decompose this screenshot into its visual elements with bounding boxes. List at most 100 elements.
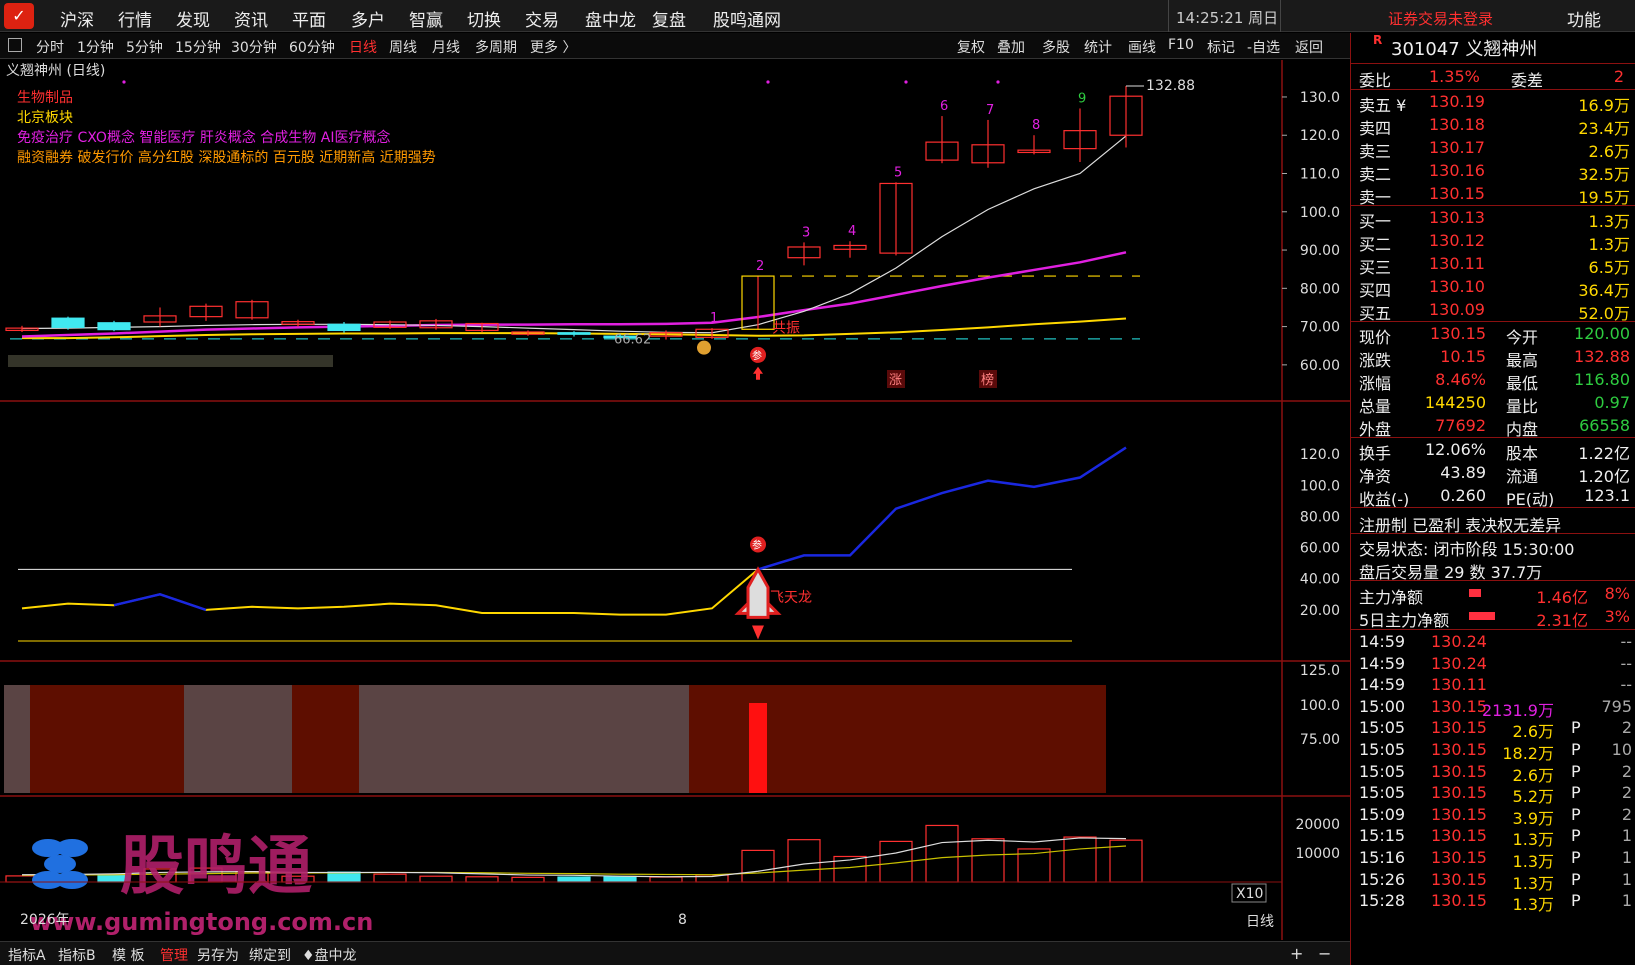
- tick-price: 130.15: [1431, 696, 1487, 716]
- tick-count: --: [1620, 675, 1632, 695]
- rocket-flame-icon: [752, 625, 764, 640]
- tick-count: --: [1620, 632, 1632, 651]
- menu-item[interactable]: 发现: [176, 6, 210, 31]
- period-tab[interactable]: 周线: [389, 37, 417, 57]
- period-tab[interactable]: 分时: [36, 37, 64, 57]
- concept-tag-row[interactable]: 生物制品: [17, 87, 73, 107]
- volume-bar: [511, 876, 545, 883]
- menu-item[interactable]: 多户: [351, 6, 385, 31]
- quote-row: 盘后交易量 29 数 37.7万: [1351, 557, 1635, 582]
- period-tab[interactable]: 1分钟: [77, 37, 114, 57]
- volume-scale-factor: X10: [1236, 886, 1263, 902]
- y-tick-label: 120.0: [1300, 128, 1340, 144]
- period-tab[interactable]: 15分钟: [175, 37, 221, 57]
- menu-item[interactable]: 平面: [292, 6, 326, 31]
- bottom-tab[interactable]: 另存为: [197, 945, 239, 965]
- count-label: 4: [848, 224, 856, 239]
- tick-count: 1: [1621, 848, 1632, 867]
- toolbar-button[interactable]: 返回: [1295, 37, 1323, 57]
- bottom-tab[interactable]: 指标B: [58, 945, 96, 965]
- tick-flag: P: [1571, 783, 1581, 803]
- ask-price: 130.15: [1429, 184, 1485, 203]
- period-tab[interactable]: 5分钟: [126, 37, 163, 57]
- period-tab[interactable]: 更多 〉: [530, 37, 576, 57]
- bottom-tab[interactable]: 指标A: [8, 945, 46, 965]
- concept-tag-row[interactable]: 免疫治疗 CXO概念 智能医疗 肝炎概念 合成生物 AI医疗概念: [17, 127, 390, 147]
- period-tab[interactable]: 日线: [349, 37, 377, 57]
- tick-time: 15:05: [1359, 761, 1406, 781]
- toolbar-button[interactable]: 统计: [1084, 37, 1112, 57]
- period-tab[interactable]: 月线: [432, 37, 460, 57]
- tick-flag: P: [1571, 869, 1581, 889]
- period-tab[interactable]: 30分钟: [231, 37, 277, 57]
- function-menu[interactable]: 功能: [1567, 6, 1601, 31]
- divider: [1351, 580, 1635, 581]
- kline-chart-area[interactable]: 130.0 120.0 110.0 100.0 90.00 80.00 70.00 60.00…: [0, 60, 1350, 940]
- app-logo-icon[interactable]: ✓: [4, 3, 34, 29]
- zoom-out-button[interactable]: −: [1318, 944, 1331, 963]
- divider: [1280, 0, 1281, 32]
- stock-title[interactable]: 301047 义翘神州: [1391, 35, 1537, 61]
- shadow-band: [292, 685, 359, 793]
- tick-time: 15:09: [1359, 804, 1406, 824]
- panel-toggle-icon[interactable]: [8, 38, 22, 52]
- menu-item[interactable]: 行情: [118, 6, 152, 31]
- toolbar-button[interactable]: 复权: [957, 37, 985, 57]
- tick-time: 15:05: [1359, 740, 1406, 759]
- tick-count: 2: [1621, 804, 1632, 824]
- volume-bar: [465, 876, 499, 883]
- y-tick-label: 130.0: [1300, 90, 1340, 106]
- stat-value: 0.97: [1594, 393, 1630, 412]
- count-label: 9: [1078, 91, 1086, 106]
- menu-item[interactable]: 智赢: [409, 6, 443, 31]
- volume-bar: [603, 875, 637, 883]
- toolbar-button[interactable]: 叠加: [997, 37, 1025, 57]
- toolbar-button[interactable]: 多股: [1042, 37, 1070, 57]
- concept-tag-row[interactable]: 融资融券 破发行价 高分红股 深股通标的 百元股 近期新高 近期强势: [17, 147, 436, 167]
- ranking-label: 榜: [981, 372, 994, 388]
- count-label: 7: [986, 103, 994, 118]
- quote-row: 卖五 ¥130.19 16.9万: [1351, 90, 1635, 115]
- login-status[interactable]: 证券交易未登录: [1388, 8, 1493, 29]
- menu-item[interactable]: 切换: [467, 6, 501, 31]
- watermark-logo-icon: [44, 855, 76, 873]
- watermark-logo-icon: [56, 839, 88, 857]
- menu-item[interactable]: 交易: [525, 6, 559, 31]
- stat-value: 8.46%: [1435, 370, 1486, 389]
- period-tab[interactable]: 多周期: [475, 37, 517, 57]
- bottom-tab[interactable]: 绑定到: [249, 945, 291, 965]
- period-tab[interactable]: 60分钟: [289, 37, 335, 57]
- toolbar-button[interactable]: 画线: [1128, 37, 1156, 57]
- count-label: 8: [1032, 118, 1040, 133]
- volume-bar: [787, 839, 821, 883]
- quote-row: 净资 43.89 流通 1.20亿: [1351, 461, 1635, 486]
- tick-price: 130.15: [1431, 891, 1487, 911]
- menu-item[interactable]: 盘中龙: [585, 6, 636, 31]
- y-tick-label: 40.00: [1300, 572, 1340, 588]
- tick-count: --: [1620, 653, 1632, 673]
- toolbar-button[interactable]: F10: [1168, 37, 1194, 53]
- bottom-tab[interactable]: ♦盘中龙: [302, 945, 357, 965]
- menu-item[interactable]: 资讯: [234, 6, 268, 31]
- volume-bar: [327, 871, 361, 883]
- toolbar-button[interactable]: -自选: [1247, 37, 1280, 57]
- main-net5-pct: 3%: [1604, 607, 1630, 626]
- tick-count: 2: [1621, 761, 1632, 781]
- stat-value: 66558: [1579, 416, 1630, 435]
- toolbar-button[interactable]: 标记: [1207, 37, 1235, 57]
- bid-price: 130.11: [1429, 254, 1485, 273]
- bottom-tab[interactable]: 管理: [160, 945, 188, 965]
- volume-bar: [373, 873, 407, 883]
- menu-item[interactable]: 股鸣通网: [713, 6, 781, 31]
- menu-item[interactable]: 复盘: [652, 6, 686, 31]
- menu-item[interactable]: 沪深: [60, 6, 94, 31]
- weibi-value: 1.35%: [1429, 67, 1480, 86]
- volume-bar: [971, 838, 1005, 883]
- concept-tag-row[interactable]: 北京板块: [17, 107, 73, 127]
- zoom-in-button[interactable]: +: [1290, 944, 1303, 963]
- bottom-tab[interactable]: 模 板: [112, 945, 144, 965]
- tick-time: 14:59: [1359, 653, 1406, 673]
- tick-flag: P: [1571, 740, 1581, 759]
- top-menu-bar: ✓ 14:25:21 周日 证券交易未登录 功能 沪深 行情 发现 资讯 平面 多户 智赢切…: [0, 0, 1635, 32]
- divider: [1351, 63, 1635, 64]
